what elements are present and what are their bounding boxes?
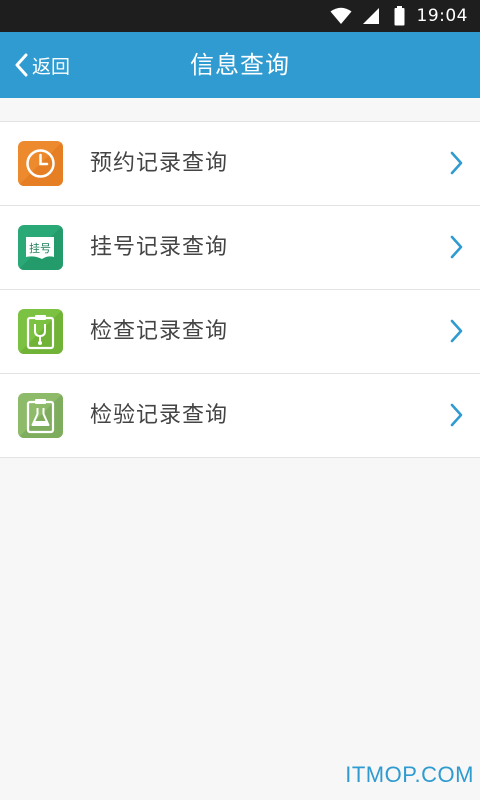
wifi-icon bbox=[330, 7, 352, 25]
menu-list: 预约记录查询 挂号 挂号记录查询 检查记录查询 检验记录查询 bbox=[0, 121, 480, 458]
back-chevron-icon bbox=[14, 53, 28, 77]
menu-item-appointment-records[interactable]: 预约记录查询 bbox=[0, 122, 480, 206]
status-icons: 19:04 bbox=[330, 0, 469, 32]
menu-item-label: 挂号记录查询 bbox=[90, 235, 229, 260]
menu-item-lab-test-records[interactable]: 检验记录查询 bbox=[0, 374, 480, 458]
page-title: 信息查询 bbox=[190, 51, 290, 79]
chevron-right-icon bbox=[450, 151, 464, 175]
watermark: ITMOP.COM bbox=[345, 762, 474, 787]
chevron-right-icon bbox=[450, 235, 464, 259]
cell-signal-icon bbox=[362, 7, 380, 25]
flask-clipboard-icon bbox=[18, 393, 63, 438]
menu-item-examination-records[interactable]: 检查记录查询 bbox=[0, 290, 480, 374]
menu-item-label: 检查记录查询 bbox=[90, 319, 229, 344]
menu-item-label: 检验记录查询 bbox=[90, 403, 229, 428]
registration-ticket-icon: 挂号 bbox=[18, 225, 63, 270]
status-bar: 19:04 bbox=[0, 0, 480, 32]
back-label: 返回 bbox=[32, 55, 71, 78]
registration-icon-text: 挂号 bbox=[29, 241, 51, 255]
clock-icon bbox=[18, 141, 63, 186]
chevron-right-icon bbox=[450, 319, 464, 343]
back-button[interactable]: 返回 bbox=[14, 32, 70, 98]
title-bar: 返回 信息查询 bbox=[0, 32, 480, 98]
stethoscope-clipboard-icon bbox=[18, 309, 63, 354]
menu-item-label: 预约记录查询 bbox=[90, 151, 229, 176]
chevron-right-icon bbox=[450, 403, 464, 427]
menu-item-registration-records[interactable]: 挂号 挂号记录查询 bbox=[0, 206, 480, 290]
battery-icon bbox=[394, 6, 405, 26]
status-time: 19:04 bbox=[416, 6, 468, 26]
